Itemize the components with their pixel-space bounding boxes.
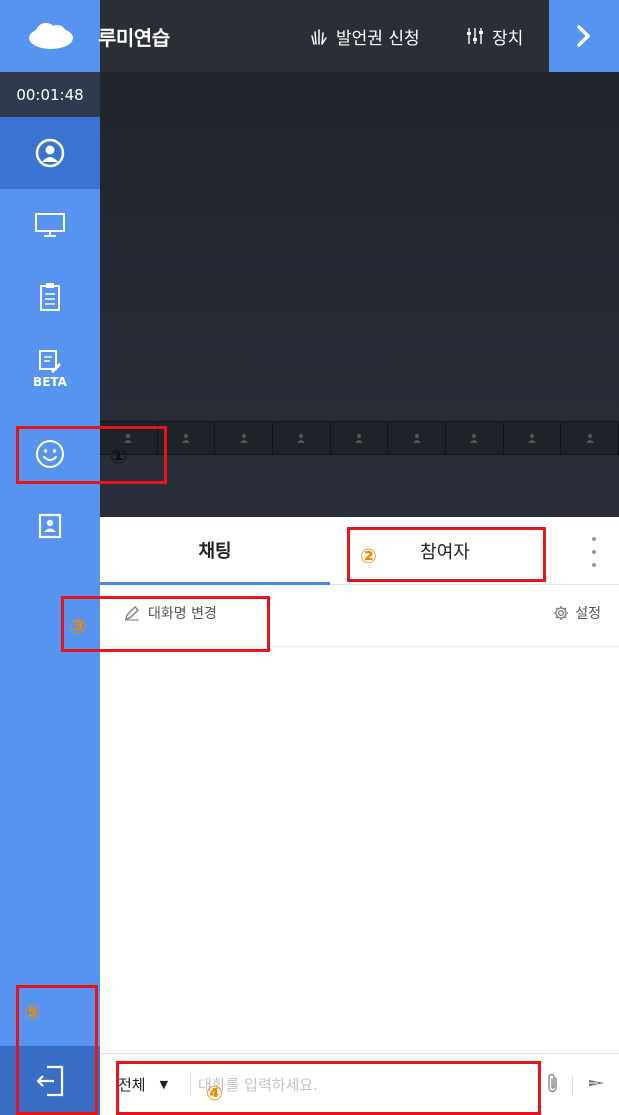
speak-request-label: 발언권 신청	[336, 28, 420, 49]
participant-thumbnail[interactable]	[330, 421, 389, 455]
annotation-number-3: ③	[70, 614, 87, 638]
beta-badge: BETA	[33, 375, 67, 389]
user-placeholder-icon	[355, 433, 364, 443]
raise-hand-icon	[311, 29, 327, 45]
annotation-box-4	[116, 1061, 541, 1115]
participant-thumbnail[interactable]	[388, 421, 447, 455]
device-button[interactable]: 장치	[466, 22, 523, 50]
more-options-button[interactable]	[587, 537, 601, 567]
annotation-box-1	[16, 426, 167, 484]
expand-panel-button[interactable]	[549, 0, 619, 72]
sliders-icon	[467, 28, 483, 44]
monitor-icon	[35, 213, 65, 237]
cloud-logo-icon	[29, 23, 73, 49]
device-label: 장치	[492, 28, 524, 49]
annotation-box-3	[61, 596, 270, 652]
participant-thumbnail[interactable]	[503, 421, 562, 455]
participant-thumbnail[interactable]	[446, 421, 504, 455]
sidebar-item-document[interactable]	[0, 261, 100, 333]
contact-card-icon	[38, 513, 62, 539]
meeting-timer: 00:01:48	[0, 72, 100, 117]
user-placeholder-icon	[297, 433, 306, 443]
paperclip-icon	[548, 1073, 557, 1093]
user-placeholder-icon	[412, 433, 421, 443]
video-area	[100, 72, 619, 517]
send-button[interactable]	[588, 1074, 606, 1096]
user-placeholder-icon	[239, 433, 248, 443]
note-edit-icon	[39, 350, 61, 373]
participant-thumbnail[interactable]	[273, 421, 331, 455]
speak-request-button[interactable]: 발언권 신청	[310, 22, 420, 50]
annotation-number-4: ④	[206, 1081, 223, 1105]
send-arrow-icon	[589, 1080, 604, 1086]
chat-settings-button[interactable]: 설정	[553, 603, 601, 623]
participant-thumbnail-strip	[100, 421, 619, 455]
more-vertical-icon	[592, 537, 596, 541]
user-placeholder-icon	[528, 433, 537, 443]
sidebar-item-video[interactable]	[0, 117, 100, 189]
participant-thumbnail[interactable]	[215, 421, 274, 455]
annotation-number-5: ⑤	[24, 1000, 41, 1024]
logo-area	[0, 0, 100, 72]
user-placeholder-icon	[585, 433, 594, 443]
tab-chat[interactable]: 채팅	[100, 517, 330, 585]
top-bar: 루미연습 발언권 신청 장치	[0, 0, 619, 72]
participant-thumbnail[interactable]	[561, 421, 619, 455]
clipboard-icon	[40, 283, 60, 311]
user-placeholder-icon	[470, 433, 479, 443]
annotation-number-1: ①	[110, 444, 127, 468]
annotation-number-2: ②	[360, 544, 377, 568]
attach-file-button[interactable]	[546, 1072, 560, 1098]
sidebar-item-screen-share[interactable]	[0, 189, 100, 261]
divider	[572, 1076, 573, 1094]
left-sidebar: 00:01:48 BETA	[0, 72, 100, 1115]
chat-settings-label: 설정	[575, 606, 601, 622]
sidebar-item-note[interactable]: BETA	[0, 333, 100, 405]
chevron-right-icon	[577, 25, 590, 47]
room-title: 루미연습	[98, 26, 170, 50]
gear-icon	[554, 606, 569, 620]
sidebar-item-contacts[interactable]	[0, 490, 100, 562]
user-placeholder-icon	[182, 433, 190, 443]
user-circle-icon	[35, 138, 65, 168]
chat-message-list	[100, 648, 619, 1053]
